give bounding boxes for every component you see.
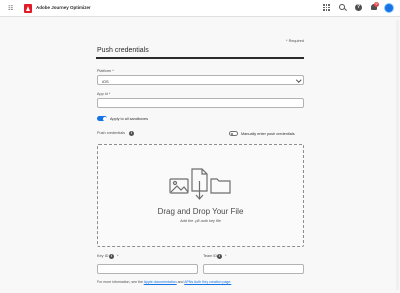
app-id-label: App id * bbox=[97, 92, 111, 96]
help-icon[interactable]: ? bbox=[355, 4, 362, 11]
chevron-down-icon bbox=[295, 77, 301, 83]
key-id-input[interactable] bbox=[97, 264, 198, 274]
search-icon[interactable] bbox=[339, 4, 345, 10]
drop-title: Drag and Drop Your File bbox=[157, 207, 244, 216]
apple-documentation-link[interactable]: Apple documentation bbox=[144, 280, 177, 284]
notification-badge: 9 bbox=[374, 2, 379, 7]
folder-icon bbox=[210, 178, 231, 194]
drop-subtitle: Add the .p8 auth key file bbox=[180, 219, 221, 223]
key-id-required-mark: * bbox=[117, 254, 119, 258]
apns-auth-key-link[interactable]: APNs Auth Key creation page. bbox=[184, 280, 231, 284]
manual-credentials-toggle[interactable] bbox=[229, 131, 238, 136]
drop-files-illustration bbox=[169, 168, 231, 200]
platform-select[interactable]: iOS bbox=[97, 75, 304, 85]
footer-middle: and bbox=[177, 280, 184, 284]
file-dropzone[interactable]: Drag and Drop Your File Add the .p8 auth… bbox=[97, 144, 304, 247]
title-divider bbox=[96, 57, 304, 59]
manual-credentials-label: Manually enter push credentials bbox=[241, 131, 295, 136]
platform-value: iOS bbox=[102, 78, 109, 84]
footer-prefix: For more information, see the bbox=[97, 280, 143, 284]
apply-all-sandboxes-toggle[interactable] bbox=[97, 116, 107, 121]
app-title[interactable]: Adobe Journey Optimizer bbox=[36, 5, 91, 10]
push-credentials-label: Push credentials bbox=[97, 131, 126, 135]
top-bar: ☷ Adobe Journey Optimizer ? 9 bbox=[0, 0, 400, 17]
adobe-logo[interactable] bbox=[24, 4, 32, 13]
required-note: * Required bbox=[286, 39, 304, 43]
team-id-input[interactable] bbox=[203, 264, 304, 274]
team-id-required-mark: * bbox=[225, 254, 227, 258]
page-title: Push credentials bbox=[97, 47, 149, 54]
page-scrollbar[interactable] bbox=[396, 20, 399, 290]
team-id-label: Team ID bbox=[203, 254, 218, 258]
apps-grid-icon[interactable] bbox=[323, 4, 330, 11]
key-id-label: Key ID bbox=[97, 254, 109, 258]
key-id-info-icon[interactable]: i bbox=[109, 253, 114, 259]
apply-all-sandboxes-label: Apply to all sandboxes bbox=[110, 116, 148, 121]
avatar[interactable] bbox=[384, 3, 394, 13]
help-footer: For more information, see the Apple docu… bbox=[97, 280, 231, 284]
info-icon[interactable]: i bbox=[129, 130, 134, 136]
push-credentials-form: * Required Push credentials Platform * i… bbox=[96, 17, 306, 293]
menu-icon[interactable]: ☷ bbox=[8, 5, 13, 12]
platform-label: Platform * bbox=[97, 69, 114, 73]
app-id-input[interactable] bbox=[97, 98, 304, 108]
team-id-info-icon[interactable]: i bbox=[217, 253, 222, 259]
